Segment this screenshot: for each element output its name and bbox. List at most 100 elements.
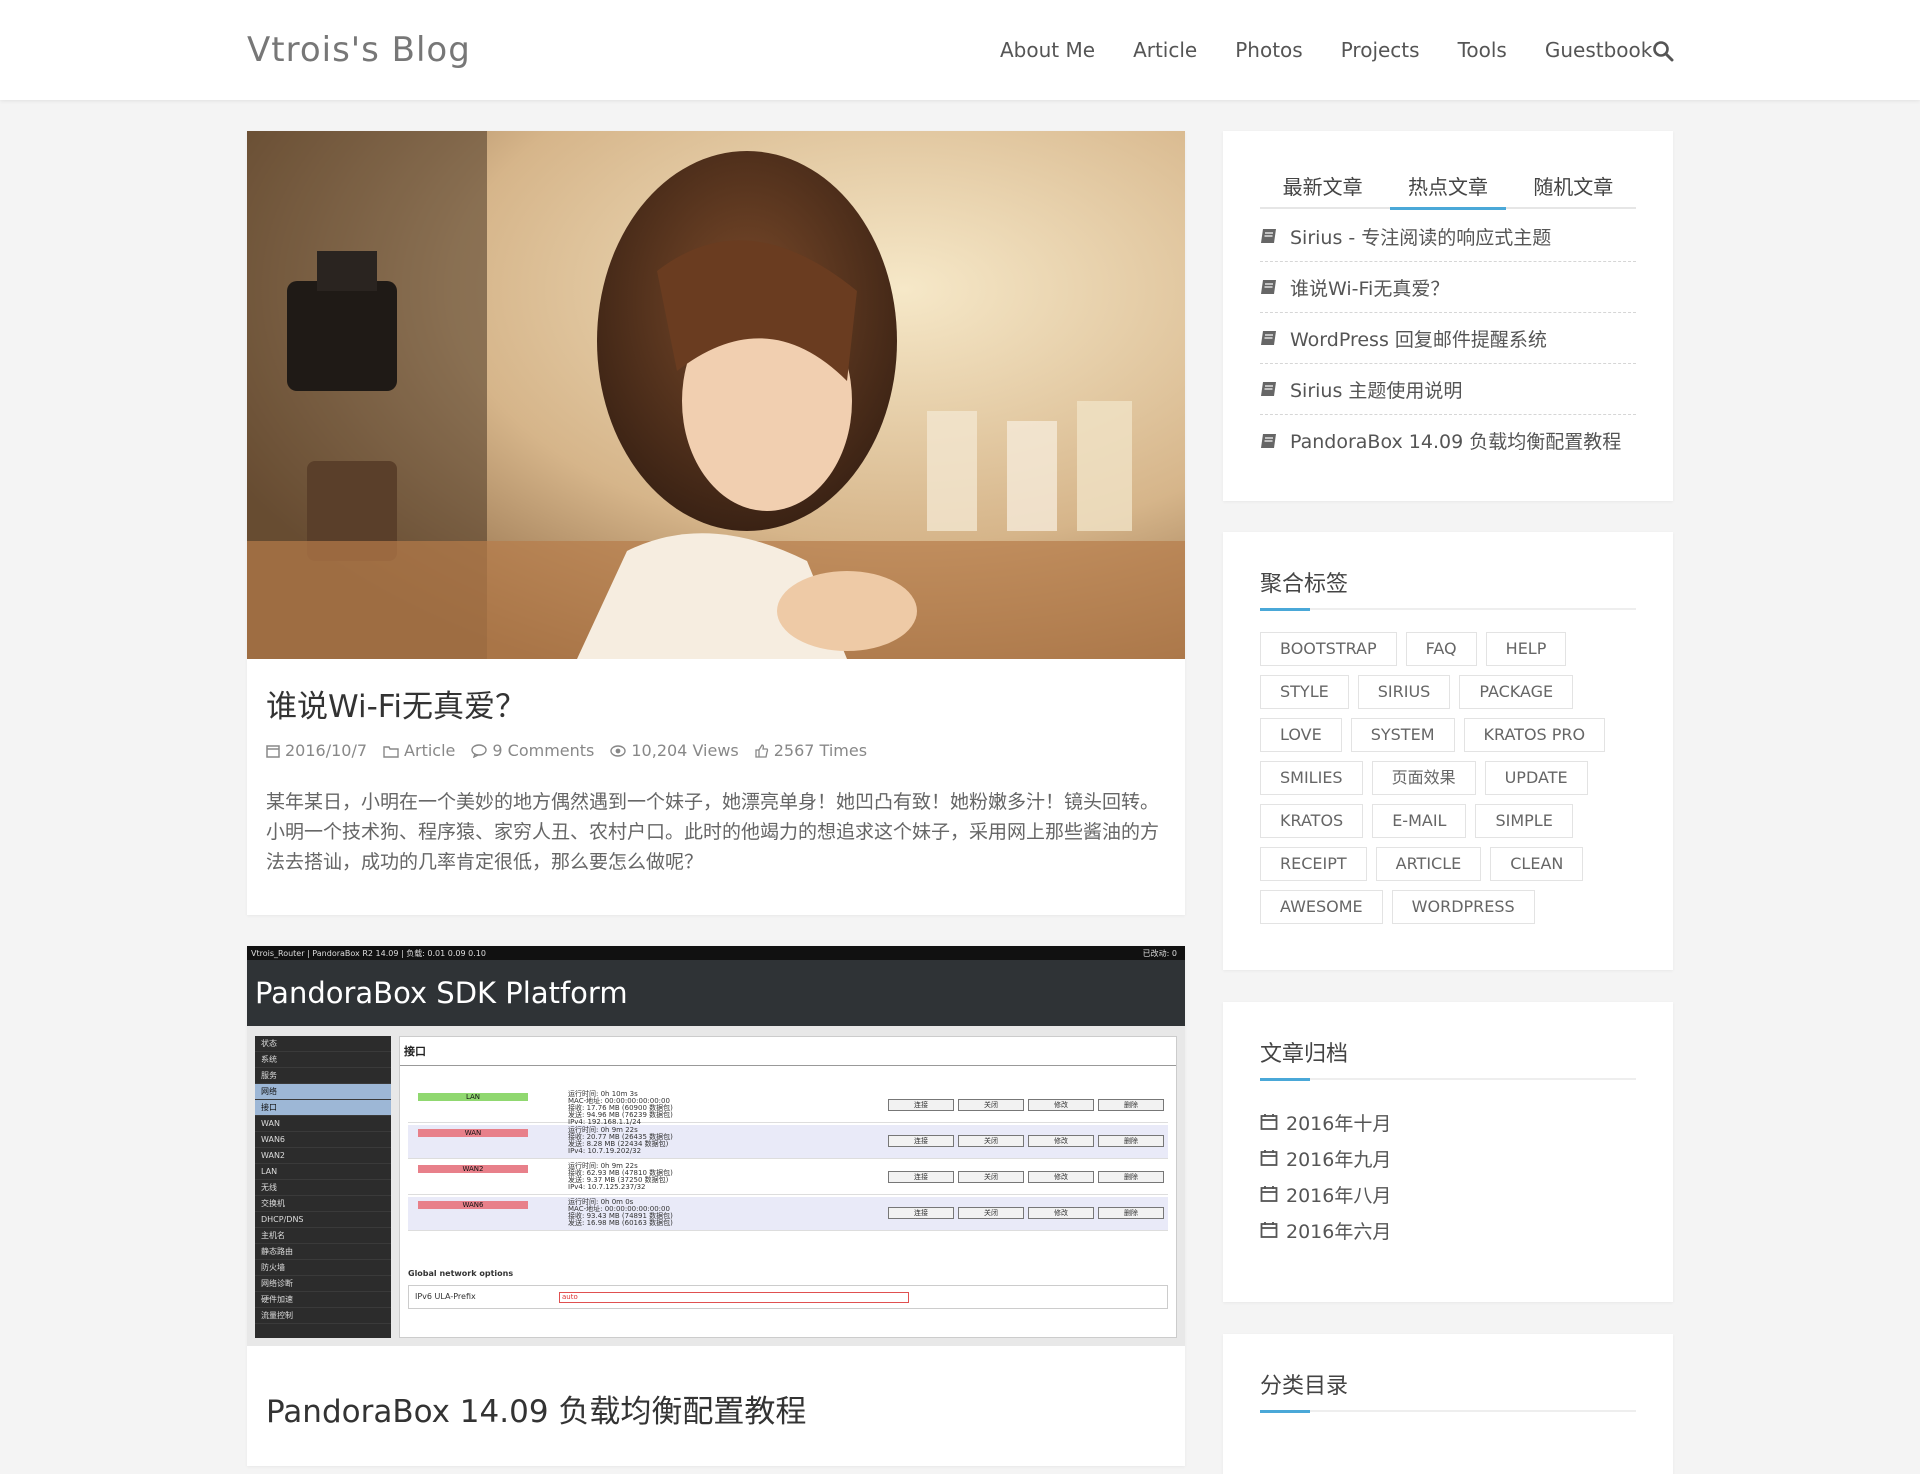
- calendar-icon: [1260, 1150, 1278, 1166]
- eye-icon: [610, 744, 627, 757]
- article-tabbar: 最新文章 热点文章 随机文章: [1260, 171, 1636, 210]
- tag-package[interactable]: PACKAGE: [1459, 675, 1574, 709]
- list-item[interactable]: 谁说Wi-Fi无真爱？: [1260, 262, 1636, 313]
- post-card: 谁说Wi-Fi无真爱？ 2016/10/7 Article 9 Comments…: [247, 131, 1185, 915]
- router-menu-item: 系统: [255, 1052, 391, 1068]
- tag-sirius[interactable]: SIRIUS: [1357, 675, 1451, 709]
- archive-item-label[interactable]: 2016年十月: [1286, 1109, 1391, 1136]
- router-section-title: 接口: [400, 1037, 1176, 1066]
- tag-bootstrap[interactable]: BOOTSTRAP: [1260, 632, 1397, 666]
- tag-clean[interactable]: CLEAN: [1490, 847, 1584, 881]
- post-category-text[interactable]: Article: [404, 741, 455, 760]
- tag-article[interactable]: ARTICLE: [1375, 847, 1482, 881]
- tag-email[interactable]: E-MAIL: [1372, 804, 1467, 838]
- search-icon[interactable]: [1652, 40, 1674, 62]
- nav-photos[interactable]: Photos: [1235, 38, 1302, 62]
- post-date: 2016/10/7: [266, 741, 367, 760]
- router-menu-item: 网络: [255, 1084, 391, 1100]
- tag-awesome[interactable]: AWESOME: [1260, 890, 1383, 924]
- router-menu-item: 无线: [255, 1180, 391, 1196]
- connect-button: 连接: [888, 1171, 954, 1183]
- delete-button: 删除: [1098, 1207, 1164, 1219]
- post-date-text: 2016/10/7: [285, 741, 368, 760]
- router-menu-item: 硬件加速: [255, 1292, 391, 1308]
- tag-simple[interactable]: SIMPLE: [1475, 804, 1573, 838]
- list-item-label[interactable]: PandoraBox 14.09 负载均衡配置教程: [1290, 427, 1621, 454]
- post-title[interactable]: 谁说Wi-Fi无真爱？: [266, 681, 526, 726]
- close-button: 关闭: [958, 1135, 1024, 1147]
- router-menu-item: 静态路由: [255, 1244, 391, 1260]
- router-menu-item: DHCP/DNS: [255, 1212, 391, 1228]
- tag-update[interactable]: UPDATE: [1484, 761, 1588, 795]
- delete-button: 删除: [1098, 1171, 1164, 1183]
- interface-name: WAN6: [418, 1201, 528, 1209]
- tag-style[interactable]: STYLE: [1260, 675, 1349, 709]
- tag-cloud: BOOTSTRAP FAQ HELP STYLE SIRIUS PACKAGE …: [1260, 632, 1650, 933]
- tag-help[interactable]: HELP: [1485, 632, 1567, 666]
- ula-label: IPv6 ULA-Prefix: [415, 1292, 476, 1301]
- list-item[interactable]: WordPress 回复邮件提醒系统: [1260, 313, 1636, 364]
- post-card: Vtrois_Router | PandoraBox R2 14.09 | 负载…: [247, 946, 1185, 1466]
- ula-input: auto: [559, 1292, 909, 1303]
- nav-guestbook[interactable]: Guestbook: [1545, 38, 1653, 62]
- delete-button: 删除: [1098, 1099, 1164, 1111]
- tab-random[interactable]: 随机文章: [1527, 171, 1619, 207]
- delete-button: 删除: [1098, 1135, 1164, 1147]
- post-likes[interactable]: 2567 Times: [755, 741, 867, 760]
- tag-kratos[interactable]: KRATOS: [1260, 804, 1364, 838]
- tag-faq[interactable]: FAQ: [1405, 632, 1477, 666]
- archive-item[interactable]: 2016年十月: [1260, 1104, 1391, 1140]
- site-brand[interactable]: Vtrois's Blog: [247, 30, 471, 70]
- router-menu-item: WAN: [255, 1116, 391, 1132]
- post-comments[interactable]: 9 Comments: [471, 741, 594, 760]
- tag-receipt[interactable]: RECEIPT: [1260, 847, 1367, 881]
- post-thumbnail-screenshot[interactable]: Vtrois_Router | PandoraBox R2 14.09 | 负载…: [247, 946, 1185, 1346]
- router-menu-item: 状态: [255, 1036, 391, 1052]
- tag-page-effects[interactable]: 页面效果: [1371, 761, 1476, 795]
- edit-button: 修改: [1028, 1207, 1094, 1219]
- tab-hot[interactable]: 热点文章: [1389, 171, 1506, 210]
- tab-latest[interactable]: 最新文章: [1277, 171, 1369, 207]
- list-item[interactable]: Sirius 主题使用说明: [1260, 364, 1636, 415]
- list-item[interactable]: Sirius - 专注阅读的响应式主题: [1260, 211, 1636, 262]
- interface-name: WAN2: [418, 1165, 528, 1173]
- router-menu-item: 防火墙: [255, 1260, 391, 1276]
- post-category[interactable]: Article: [383, 741, 455, 760]
- archive-item[interactable]: 2016年九月: [1260, 1140, 1391, 1176]
- post-comments-text[interactable]: 9 Comments: [492, 741, 594, 760]
- article-list: Sirius - 专注阅读的响应式主题 谁说Wi-Fi无真爱？ WordPres…: [1260, 211, 1636, 466]
- list-item-label[interactable]: 谁说Wi-Fi无真爱？: [1290, 274, 1449, 301]
- tag-love[interactable]: LOVE: [1260, 718, 1342, 752]
- archive-widget: 文章归档 2016年十月 2016年九月 2016年八月 2016年六月: [1223, 1002, 1673, 1302]
- archive-item-label[interactable]: 2016年六月: [1286, 1217, 1391, 1244]
- list-item-label[interactable]: WordPress 回复邮件提醒系统: [1290, 325, 1547, 352]
- archive-item[interactable]: 2016年八月: [1260, 1176, 1391, 1212]
- tag-kratos-pro[interactable]: KRATOS PRO: [1463, 718, 1606, 752]
- router-interface-row: WAN 运行时间: 0h 9m 22s 接收: 20.77 MB (26435 …: [408, 1125, 1168, 1159]
- nav-projects[interactable]: Projects: [1341, 38, 1420, 62]
- calendar-icon: [1260, 1222, 1278, 1238]
- book-icon: [1261, 433, 1276, 448]
- nav-tools[interactable]: Tools: [1458, 38, 1507, 62]
- nav-about-me[interactable]: About Me: [1000, 38, 1095, 62]
- tag-wordpress[interactable]: WORDPRESS: [1391, 890, 1535, 924]
- list-item-label[interactable]: Sirius 主题使用说明: [1290, 376, 1462, 403]
- list-item-label[interactable]: Sirius - 专注阅读的响应式主题: [1290, 223, 1551, 250]
- nav-article[interactable]: Article: [1133, 38, 1197, 62]
- archive-item-label[interactable]: 2016年八月: [1286, 1181, 1391, 1208]
- post-thumbnail-photo[interactable]: [247, 131, 1185, 659]
- archive-item[interactable]: 2016年六月: [1260, 1212, 1391, 1248]
- post-title[interactable]: PandoraBox 14.09 负载均衡配置教程: [266, 1386, 806, 1431]
- connect-button: 连接: [888, 1135, 954, 1147]
- list-item[interactable]: PandoraBox 14.09 负载均衡配置教程: [1260, 415, 1636, 466]
- edit-button: 修改: [1028, 1135, 1094, 1147]
- archive-list: 2016年十月 2016年九月 2016年八月 2016年六月: [1260, 1104, 1391, 1248]
- interface-status: 运行时间: 0h 0m 0s MAC-地址: 00:00:00:00:00:00…: [568, 1198, 673, 1227]
- tag-smilies[interactable]: SMILIES: [1260, 761, 1363, 795]
- tag-system[interactable]: SYSTEM: [1350, 718, 1455, 752]
- router-menu-item: 接口: [255, 1100, 391, 1116]
- widget-title: 分类目录: [1260, 1374, 1349, 1399]
- comment-icon: [471, 743, 488, 758]
- calendar-icon: [1260, 1114, 1278, 1130]
- archive-item-label[interactable]: 2016年九月: [1286, 1145, 1391, 1172]
